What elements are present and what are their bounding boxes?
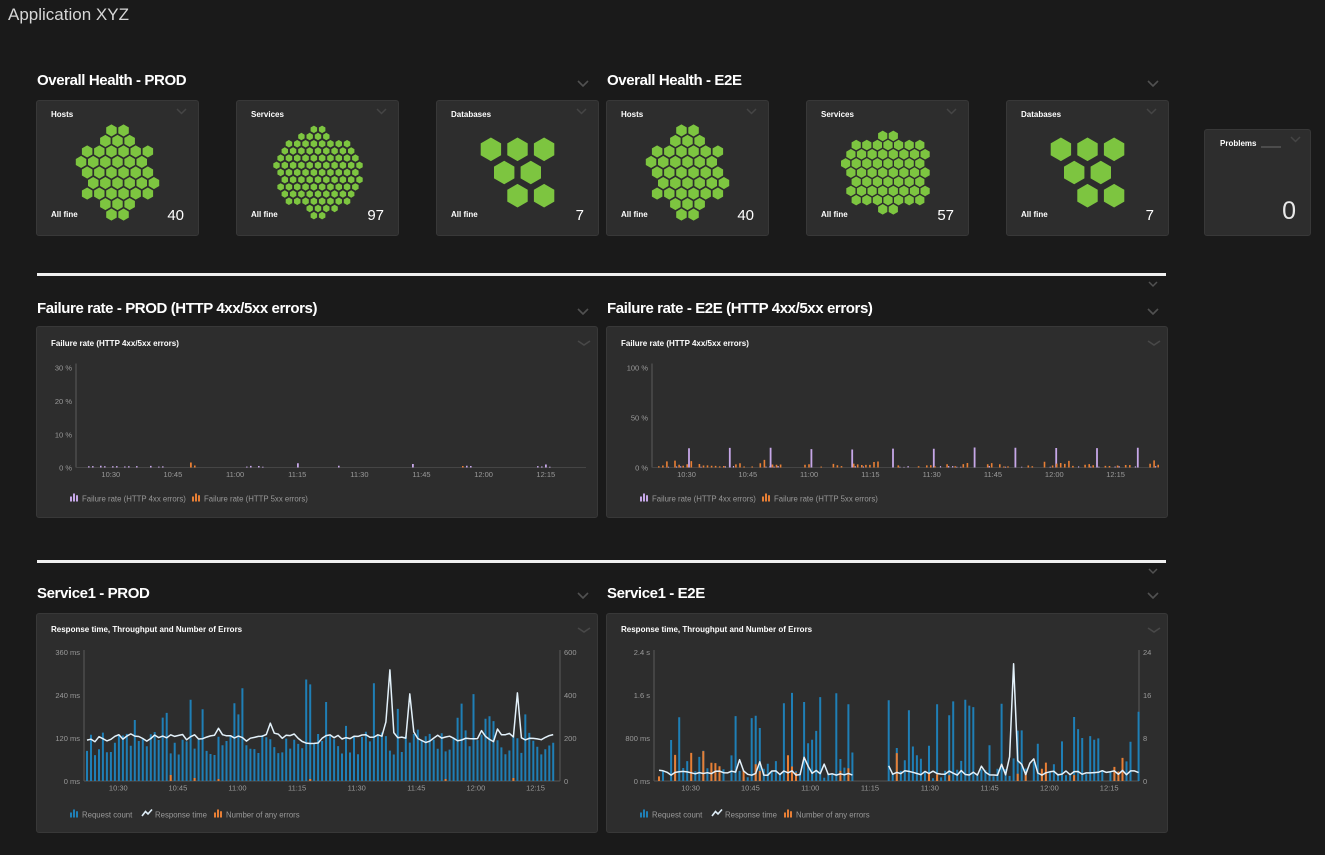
svg-text:600: 600 xyxy=(564,648,577,657)
svg-text:11:45: 11:45 xyxy=(984,470,1002,479)
svg-text:Failure rate (HTTP 4xx/5xx err: Failure rate (HTTP 4xx/5xx errors) xyxy=(621,339,749,348)
svg-text:11:15: 11:15 xyxy=(861,470,879,479)
svg-text:11:15: 11:15 xyxy=(288,470,306,479)
svg-text:400: 400 xyxy=(564,691,577,700)
svg-text:Number of any errors: Number of any errors xyxy=(226,811,300,820)
svg-text:120 ms: 120 ms xyxy=(55,734,80,743)
svg-text:11:30: 11:30 xyxy=(921,784,939,793)
svg-text:360 ms: 360 ms xyxy=(55,648,80,657)
svg-text:12:00: 12:00 xyxy=(467,784,486,793)
svg-text:10:45: 10:45 xyxy=(738,470,757,479)
svg-text:50 %: 50 % xyxy=(631,414,648,423)
svg-text:11:45: 11:45 xyxy=(980,784,998,793)
svg-text:11:45: 11:45 xyxy=(407,784,425,793)
svg-text:10:30: 10:30 xyxy=(681,784,700,793)
svg-text:11:45: 11:45 xyxy=(412,470,430,479)
svg-text:Response time: Response time xyxy=(725,811,777,820)
svg-text:11:15: 11:15 xyxy=(288,784,306,793)
svg-text:10:30: 10:30 xyxy=(677,470,696,479)
svg-text:800 ms: 800 ms xyxy=(625,734,650,743)
svg-text:12:00: 12:00 xyxy=(1040,784,1059,793)
svg-text:12:15: 12:15 xyxy=(526,784,545,793)
svg-text:2.4 s: 2.4 s xyxy=(634,648,651,657)
svg-text:1.6 s: 1.6 s xyxy=(634,691,651,700)
svg-text:100 %: 100 % xyxy=(627,364,649,373)
svg-text:24: 24 xyxy=(1143,648,1151,657)
svg-text:30 %: 30 % xyxy=(55,364,72,373)
svg-text:200: 200 xyxy=(564,734,577,743)
svg-text:10:30: 10:30 xyxy=(101,470,120,479)
svg-text:Response time: Response time xyxy=(155,811,207,820)
svg-text:11:00: 11:00 xyxy=(226,470,244,479)
svg-text:11:00: 11:00 xyxy=(228,784,246,793)
svg-text:0 ms: 0 ms xyxy=(64,777,81,786)
svg-text:11:00: 11:00 xyxy=(800,470,818,479)
svg-text:Failure rate (HTTP 4xx errors): Failure rate (HTTP 4xx errors) xyxy=(82,495,186,504)
svg-text:12:00: 12:00 xyxy=(1045,470,1064,479)
svg-text:Failure rate (HTTP 4xx errors): Failure rate (HTTP 4xx errors) xyxy=(652,495,756,504)
svg-text:10:45: 10:45 xyxy=(169,784,188,793)
svg-text:Failure rate (HTTP 5xx errors): Failure rate (HTTP 5xx errors) xyxy=(204,495,308,504)
svg-text:12:00: 12:00 xyxy=(474,470,493,479)
svg-text:10:45: 10:45 xyxy=(164,470,183,479)
svg-text:16: 16 xyxy=(1143,691,1151,700)
svg-text:12:15: 12:15 xyxy=(536,470,555,479)
svg-text:12:15: 12:15 xyxy=(1100,784,1119,793)
svg-text:Failure rate (HTTP 5xx errors): Failure rate (HTTP 5xx errors) xyxy=(774,495,878,504)
svg-text:Failure rate (HTTP 4xx/5xx err: Failure rate (HTTP 4xx/5xx errors) xyxy=(51,339,179,348)
svg-text:0: 0 xyxy=(1143,777,1147,786)
svg-text:Response time, Throughput and: Response time, Throughput and Number of … xyxy=(621,625,813,634)
svg-text:20 %: 20 % xyxy=(55,397,72,406)
svg-text:11:00: 11:00 xyxy=(801,784,819,793)
svg-text:10:30: 10:30 xyxy=(109,784,128,793)
svg-text:240 ms: 240 ms xyxy=(55,691,80,700)
svg-text:11:30: 11:30 xyxy=(348,784,366,793)
svg-text:10:45: 10:45 xyxy=(741,784,760,793)
svg-text:0 ms: 0 ms xyxy=(634,777,651,786)
svg-text:12:15: 12:15 xyxy=(1106,470,1125,479)
svg-text:10 %: 10 % xyxy=(55,431,72,440)
svg-text:0: 0 xyxy=(564,777,568,786)
svg-text:11:30: 11:30 xyxy=(350,470,368,479)
svg-text:0 %: 0 % xyxy=(635,464,648,473)
svg-text:Request count: Request count xyxy=(652,811,703,820)
svg-text:Number of any errors: Number of any errors xyxy=(796,811,870,820)
svg-text:0 %: 0 % xyxy=(59,464,72,473)
svg-text:11:15: 11:15 xyxy=(861,784,879,793)
svg-text:Request count: Request count xyxy=(82,811,133,820)
svg-text:Response time, Throughput and: Response time, Throughput and Number of … xyxy=(51,625,243,634)
svg-text:11:30: 11:30 xyxy=(923,470,941,479)
svg-text:8: 8 xyxy=(1143,734,1147,743)
